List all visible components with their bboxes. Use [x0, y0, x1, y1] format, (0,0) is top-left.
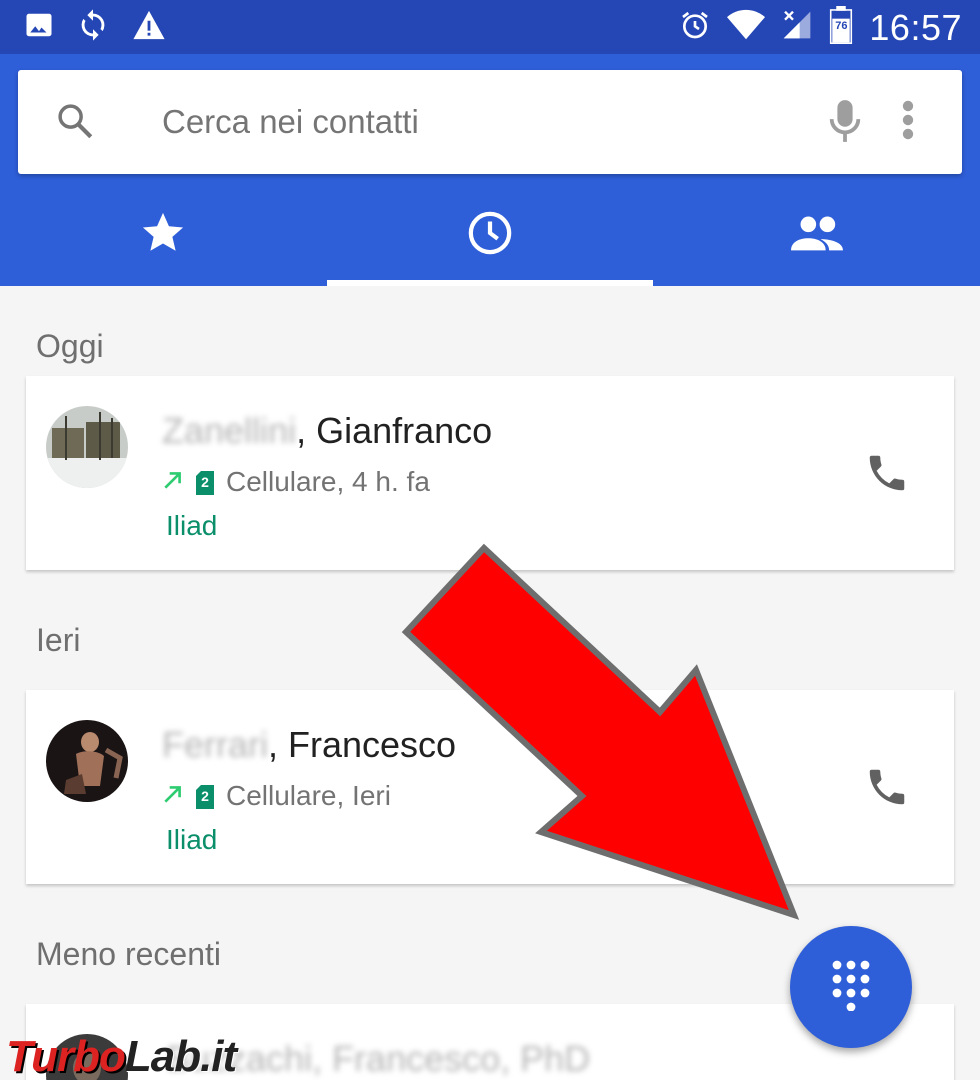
phone-icon[interactable] — [864, 450, 910, 501]
dialpad-button[interactable] — [790, 926, 912, 1048]
watermark-part2: Lab.it — [124, 1032, 237, 1080]
status-right-icons: 76 16:57 — [679, 6, 962, 49]
avatar[interactable] — [46, 720, 128, 802]
sim-card-icon: 2 — [196, 784, 214, 809]
sim-number: 2 — [201, 788, 209, 804]
sim-card-icon: 2 — [196, 470, 214, 495]
people-icon — [791, 215, 843, 256]
call-detail: 2 Cellulare, Ieri — [162, 780, 391, 812]
avatar[interactable] — [46, 406, 128, 488]
call-log-entry[interactable]: Ferrari, Francesco 2 Cellulare, Ieri Ili… — [26, 690, 954, 884]
contact-first-name: , Francesco — [268, 724, 457, 765]
battery-icon: 76 — [829, 6, 853, 49]
call-detail-text: Cellulare, Ieri — [226, 780, 391, 811]
signal-icon — [781, 9, 813, 46]
tab-favorites[interactable] — [0, 184, 326, 286]
contact-surname-blurred: Zanellini — [162, 410, 297, 451]
warning-icon — [132, 9, 166, 46]
call-log-entry[interactable]: Zanellini, Gianfranco 2 Cellulare, 4 h. … — [26, 376, 954, 570]
battery-level: 76 — [835, 20, 848, 32]
sync-icon — [76, 8, 110, 47]
sim-number: 2 — [201, 474, 209, 490]
status-bar: 76 16:57 — [0, 0, 980, 54]
watermark-part1: Turbo — [6, 1032, 126, 1080]
tab-contacts[interactable] — [654, 184, 980, 286]
contact-name: Zanellini, Gianfranco — [162, 410, 492, 452]
section-header-yesterday: Ieri — [36, 622, 81, 658]
outgoing-call-icon — [162, 780, 184, 812]
dialpad-icon — [829, 959, 873, 1016]
section-header-today: Oggi — [36, 328, 104, 364]
section-header-older: Meno recenti — [36, 936, 221, 972]
status-clock: 16:57 — [869, 6, 962, 48]
call-detail: 2 Cellulare, 4 h. fa — [162, 466, 430, 498]
wifi-icon — [727, 9, 766, 46]
image-icon — [24, 10, 54, 45]
contact-name: Ferrari, Francesco — [162, 724, 456, 766]
search-bar[interactable] — [18, 70, 962, 174]
app-bar — [0, 54, 980, 286]
alarm-icon — [679, 9, 711, 46]
search-input[interactable] — [162, 96, 782, 148]
contact-first-name: , Gianfranco — [296, 410, 493, 451]
outgoing-call-icon — [162, 466, 184, 498]
more-options-icon[interactable] — [902, 100, 914, 145]
clock-icon — [467, 210, 513, 261]
search-icon[interactable] — [54, 100, 96, 147]
status-left-icons — [24, 8, 166, 47]
call-detail-text: Cellulare, 4 h. fa — [226, 466, 430, 497]
contact-surname-blurred: Ferrari — [162, 724, 268, 765]
watermark-logo: TurboLab.it — [6, 1032, 237, 1080]
carrier-label: Iliad — [166, 510, 218, 541]
tab-recents[interactable] — [327, 184, 653, 286]
tab-bar — [0, 184, 980, 286]
carrier-label: Iliad — [166, 824, 218, 855]
microphone-icon[interactable] — [826, 98, 864, 149]
phone-icon[interactable] — [864, 764, 910, 815]
star-icon — [140, 211, 186, 260]
